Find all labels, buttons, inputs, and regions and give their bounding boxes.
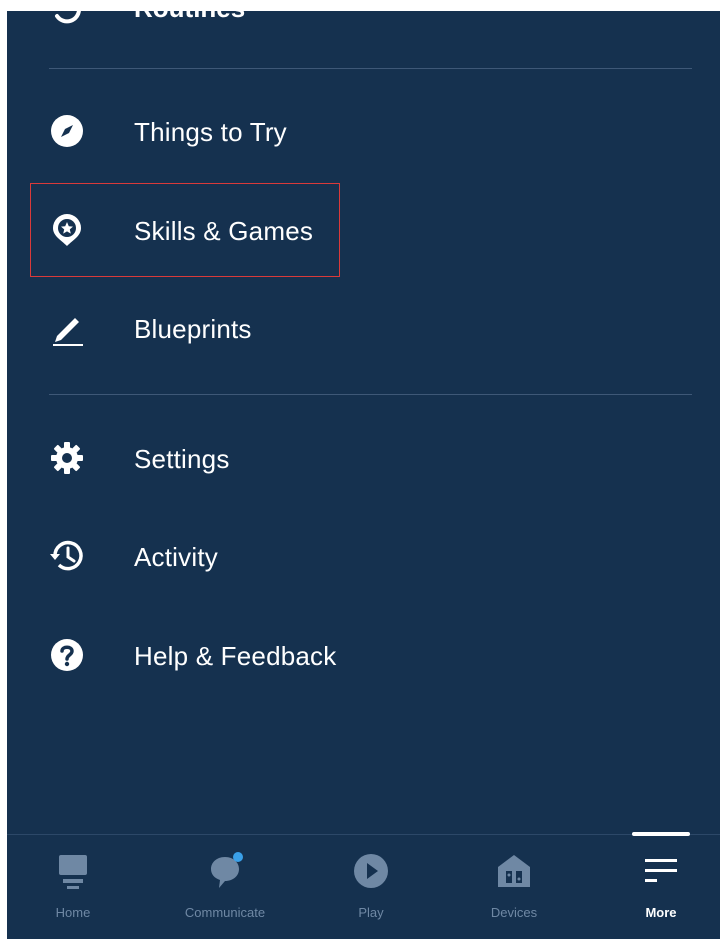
nav-label: Communicate [184,905,266,920]
menu-item-things-to-try[interactable]: Things to Try [7,91,720,171]
devices-icon [498,855,530,887]
home-icon [59,855,87,889]
divider [49,68,692,69]
nav-label: Devices [490,905,538,920]
nav-play[interactable]: Play [311,835,431,939]
compass-icon [51,115,83,147]
history-icon [50,540,83,571]
menu-item-blueprints[interactable]: Blueprints [7,288,720,368]
nav-label: Play [358,905,384,920]
nav-more[interactable]: More [601,832,720,939]
menu-item-label: Things to Try [134,117,287,147]
menu-item-label: Settings [134,444,230,474]
nav-communicate[interactable]: Communicate [165,835,285,939]
bottom-nav: Home Communicate Play Devices More [7,832,720,939]
nav-label: More [645,905,677,920]
nav-label: Home [55,905,91,920]
chat-bubble-icon [211,852,243,888]
active-indicator [632,832,690,836]
menu-icon [645,859,677,882]
menu-item-activity[interactable]: Activity [7,516,720,596]
menu-item-settings[interactable]: Settings [7,418,720,498]
pencil-icon [53,318,83,346]
highlight-box [30,183,340,277]
menu-item-routines[interactable]: Routines [7,11,720,31]
routines-icon [55,11,81,24]
menu-item-help-feedback[interactable]: Help & Feedback [7,615,720,695]
help-icon [51,639,83,671]
nav-devices[interactable]: Devices [454,835,574,939]
play-icon [354,854,388,888]
menu-item-label: Blueprints [134,314,252,344]
notification-dot [233,852,243,862]
menu-item-label: Routines [134,11,245,24]
menu-item-label: Activity [134,542,218,572]
app-screen: Routines Things to Try Skills & Games Bl… [7,11,720,939]
gear-icon [51,442,83,474]
divider [49,394,692,395]
nav-home[interactable]: Home [13,835,133,939]
menu-item-label: Help & Feedback [134,641,337,671]
